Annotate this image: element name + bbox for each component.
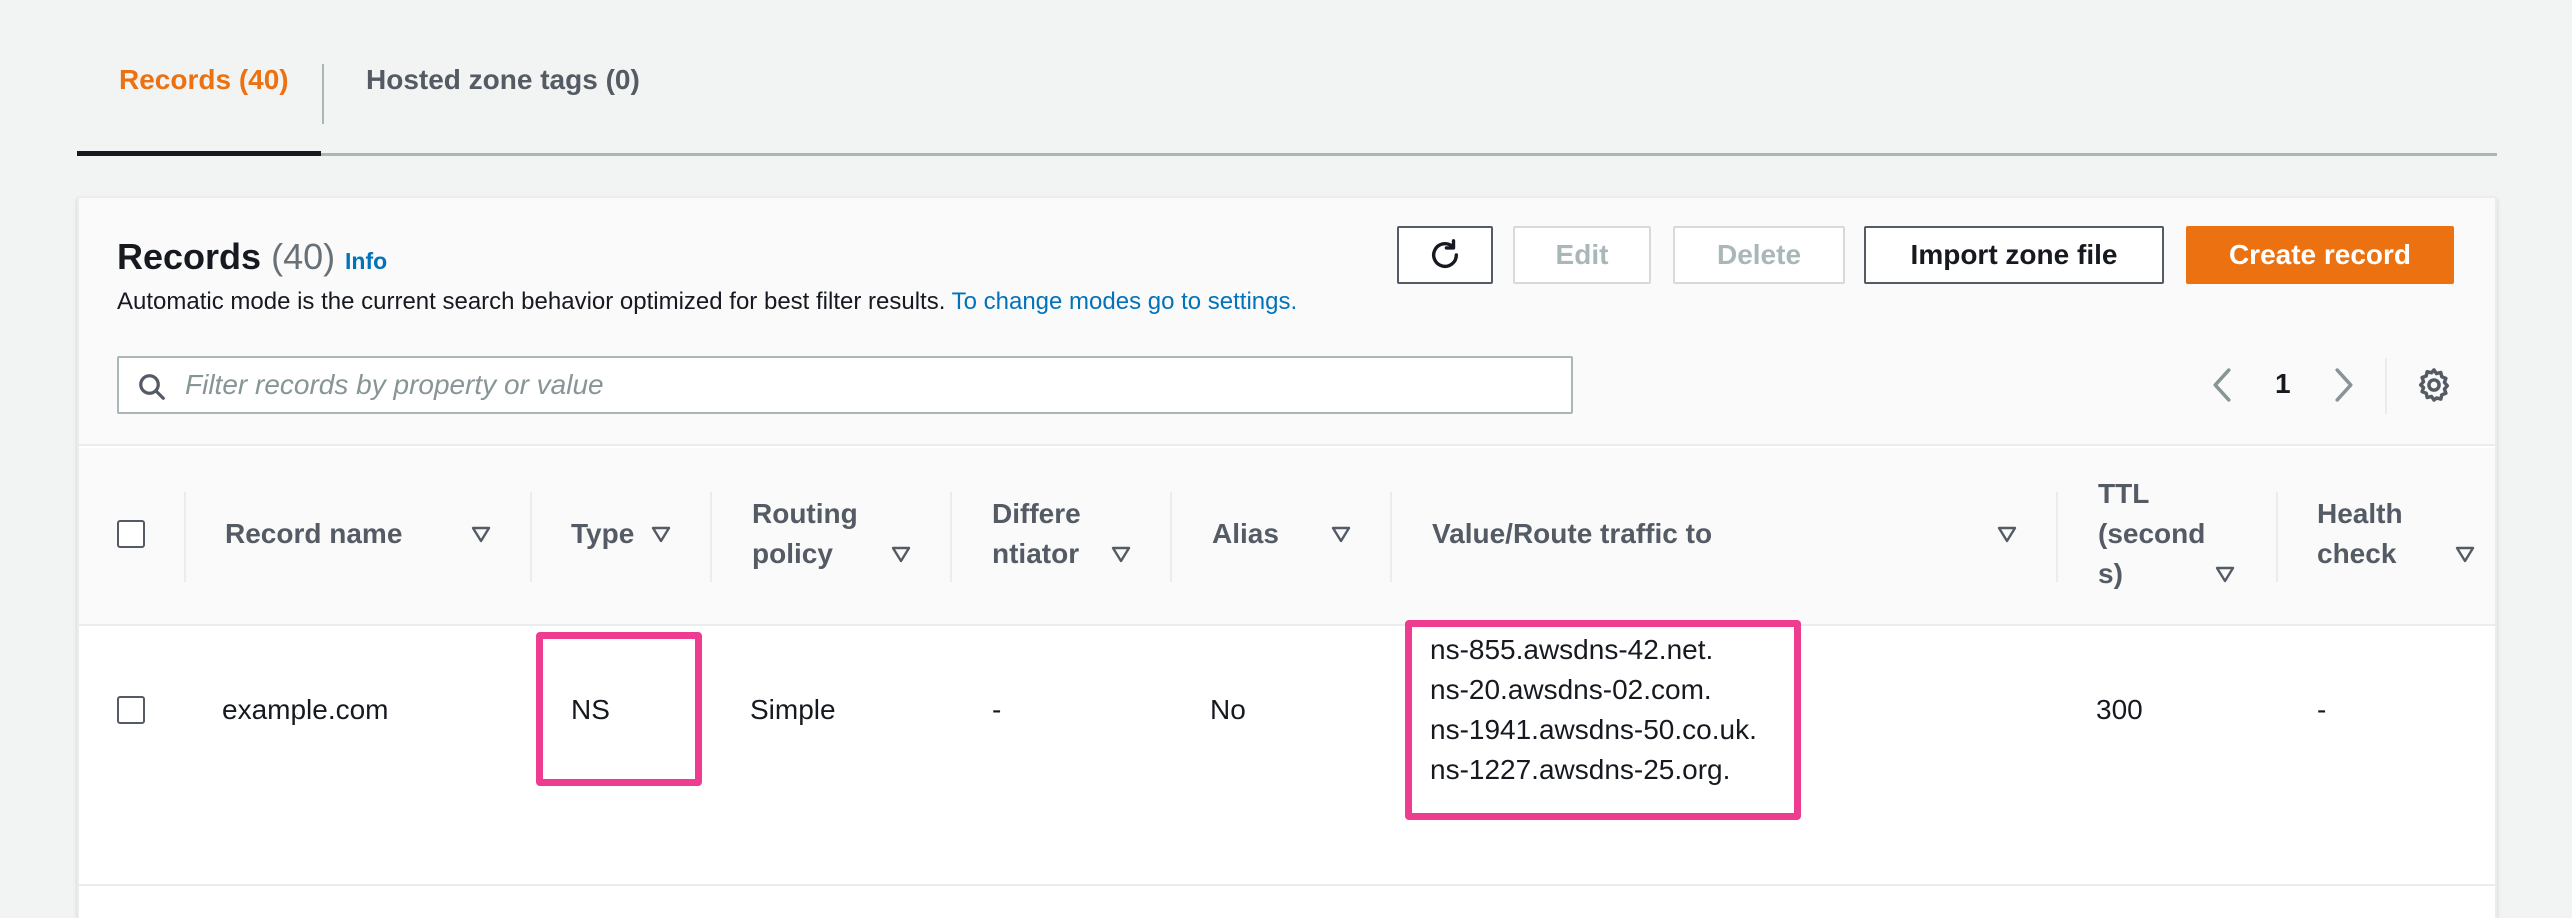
- panel-header: Records (40) Info Automatic mode is the …: [79, 198, 2495, 446]
- column-header-label: policy: [752, 538, 833, 569]
- column-header-differentiator[interactable]: Differe ntiator: [992, 494, 1081, 574]
- alias-cell: No: [1210, 694, 1246, 725]
- records-count: (40): [271, 236, 336, 277]
- ttl-cell: 300: [2096, 694, 2143, 725]
- column-header-routing-policy[interactable]: Routing policy: [752, 494, 858, 574]
- health-check-cell: -: [2317, 694, 2327, 725]
- refresh-button[interactable]: [1397, 226, 1493, 284]
- differentiator-cell: -: [992, 694, 1002, 725]
- column-header-label: Health: [2317, 498, 2403, 529]
- current-page-number[interactable]: 1: [2275, 368, 2291, 400]
- search-input[interactable]: [183, 358, 1553, 412]
- type-cell-highlight: [536, 632, 702, 786]
- gear-icon[interactable]: [2415, 366, 2453, 404]
- sort-icon[interactable]: [2215, 566, 2235, 584]
- search-mode-description: Automatic mode is the current search beh…: [117, 288, 1297, 316]
- column-header-ttl[interactable]: TTL (second s): [2098, 474, 2205, 594]
- value-cell-highlight: [1405, 620, 1801, 820]
- sort-icon[interactable]: [1111, 546, 1131, 564]
- sort-icon[interactable]: [471, 526, 491, 544]
- column-header-label: Alias: [1212, 518, 1279, 549]
- previous-page-icon[interactable]: [2207, 366, 2237, 404]
- create-record-button[interactable]: Create record: [2186, 226, 2454, 284]
- import-zone-file-button[interactable]: Import zone file: [1864, 226, 2164, 284]
- select-all-checkbox[interactable]: [117, 520, 145, 548]
- column-divider: [2056, 492, 2058, 582]
- records-panel: Records (40) Info Automatic mode is the …: [77, 198, 2497, 918]
- column-header-label: check: [2317, 538, 2397, 569]
- refresh-icon: [1431, 239, 1459, 268]
- panel-title: Records (40): [117, 236, 335, 278]
- column-divider: [2276, 492, 2278, 582]
- column-divider: [950, 492, 952, 582]
- sort-icon[interactable]: [2455, 546, 2475, 564]
- column-header-record-name[interactable]: Record name: [225, 514, 402, 554]
- column-header-label: Routing: [752, 498, 858, 529]
- tab-bar: Records (40) Hosted zone tags (0): [77, 0, 2497, 156]
- column-header-health-check[interactable]: Health check: [2317, 494, 2403, 574]
- column-header-label: Record name: [225, 518, 403, 549]
- active-tab-indicator: [77, 151, 321, 156]
- settings-link[interactable]: To change modes go to settings.: [952, 288, 1298, 315]
- sort-icon[interactable]: [891, 546, 911, 564]
- search-icon: [139, 374, 165, 400]
- column-header-label: Value/Route traffic to: [1432, 518, 1713, 549]
- column-header-value-route-traffic-to[interactable]: Value/Route traffic to: [1432, 514, 1712, 554]
- row-select-checkbox[interactable]: [117, 696, 145, 724]
- tab-records[interactable]: Records (40): [119, 64, 289, 96]
- column-header-label: Type: [571, 518, 635, 549]
- column-header-type[interactable]: Type: [571, 514, 634, 554]
- column-divider: [184, 492, 186, 582]
- pagination-divider: [2385, 358, 2387, 414]
- sort-icon[interactable]: [1997, 526, 2017, 544]
- column-header-label: (second: [2098, 518, 2206, 549]
- routing-policy-cell: Simple: [750, 694, 836, 725]
- edit-button[interactable]: Edit: [1513, 226, 1651, 284]
- column-header-label: TTL: [2098, 478, 2150, 509]
- column-header-label: Differe: [992, 498, 1081, 529]
- tab-hosted-zone-tags[interactable]: Hosted zone tags (0): [366, 64, 640, 96]
- record-name-cell: example.com: [222, 694, 389, 725]
- table-row[interactable]: example.com NS Simple - No ns-855.awsdns…: [79, 628, 2495, 886]
- column-divider: [530, 492, 532, 582]
- column-header-label: ntiator: [992, 538, 1080, 569]
- column-header-alias[interactable]: Alias: [1212, 514, 1279, 554]
- search-box: [117, 356, 1573, 414]
- panel-title-text: Records: [117, 236, 262, 277]
- delete-button[interactable]: Delete: [1673, 226, 1845, 284]
- info-link[interactable]: Info: [345, 248, 387, 275]
- table-header: Record name Type Routing policy Differe …: [79, 448, 2495, 626]
- description-text: Automatic mode is the current search beh…: [117, 288, 946, 315]
- column-divider: [1390, 492, 1392, 582]
- next-page-icon[interactable]: [2329, 366, 2359, 404]
- column-divider: [1170, 492, 1172, 582]
- tab-divider: [322, 64, 324, 124]
- sort-icon[interactable]: [1331, 526, 1351, 544]
- column-header-label: s): [2098, 558, 2123, 589]
- column-divider: [710, 492, 712, 582]
- sort-icon[interactable]: [651, 526, 671, 544]
